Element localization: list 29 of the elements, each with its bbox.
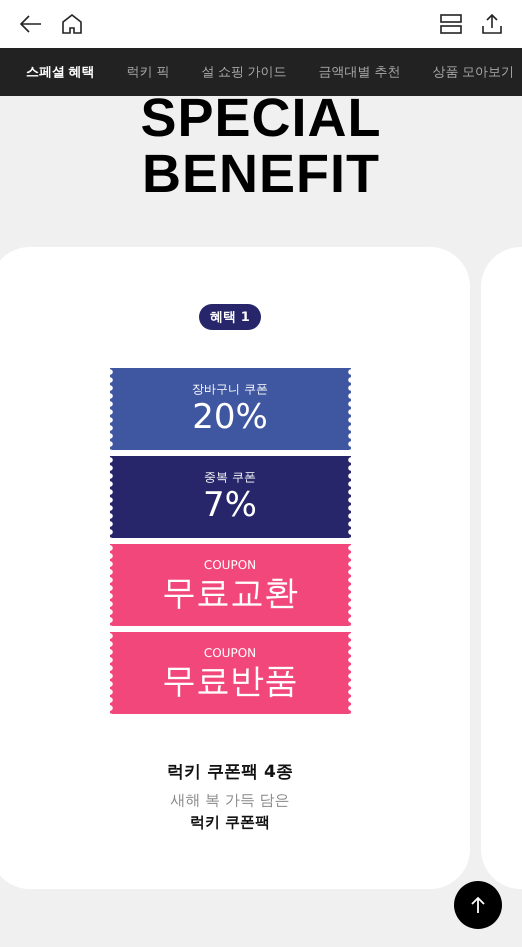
coupon-value: 무료교환: [162, 573, 298, 613]
share-button[interactable]: [482, 14, 502, 34]
back-arrow-icon: [20, 15, 42, 33]
nav-tab[interactable]: 금액대별 추천: [318, 63, 400, 81]
coupon-value: 7%: [203, 485, 257, 525]
scroll-top-button[interactable]: [454, 881, 502, 929]
up-arrow-icon: [471, 896, 485, 914]
coupon-caption: COUPON: [204, 557, 256, 573]
card-subtitle: 새해 복 가득 담은: [170, 791, 290, 810]
home-icon: [62, 14, 82, 34]
back-button[interactable]: [20, 15, 42, 33]
coupon-caption: 장바구니 쿠폰: [192, 381, 268, 397]
layout-button[interactable]: [440, 14, 462, 34]
benefit-badge: 혜택 1: [199, 304, 261, 330]
nav-tab[interactable]: 상품 모아보기: [432, 63, 514, 81]
heading-text: SPECIAL: [140, 90, 382, 146]
heading-text: BENEFIT: [142, 146, 380, 202]
nav-tab[interactable]: 럭키 픽: [126, 63, 170, 81]
nav-tab[interactable]: 설 쇼핑 가이드: [201, 63, 287, 81]
nav-tab[interactable]: 스페셜 혜택: [26, 63, 95, 81]
coupon-caption: 중복 쿠폰: [204, 469, 256, 485]
coupon-value: 20%: [192, 397, 268, 437]
coupon-value: 무료반품: [162, 661, 298, 701]
home-button[interactable]: [62, 14, 82, 34]
coupon-caption: COUPON: [204, 645, 256, 661]
card-subtitle-bold: 럭키 쿠폰팩: [190, 813, 270, 832]
card-title: 럭키 쿠폰팩 4종: [167, 761, 293, 783]
stacked-rectangles-icon: [440, 14, 462, 34]
share-icon: [482, 14, 502, 34]
